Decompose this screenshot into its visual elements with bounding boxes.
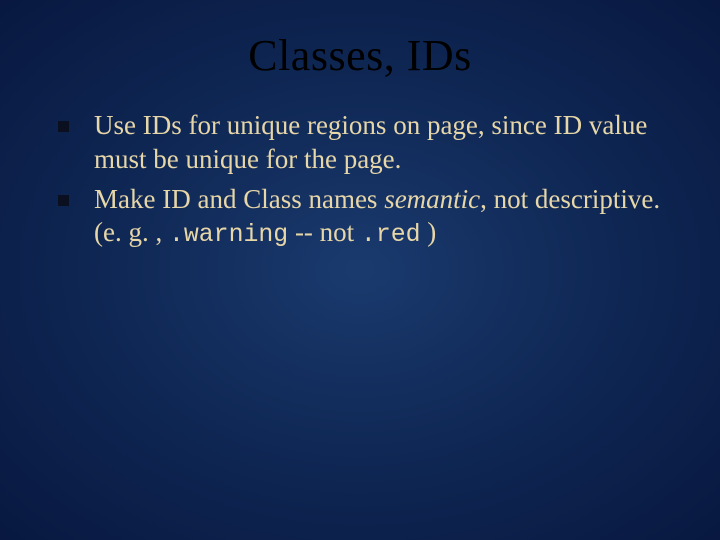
bullet-text-pre: Make ID and Class names	[94, 184, 384, 214]
bullet-text-emphasis: semantic	[384, 184, 480, 214]
bullet-text-post: )	[421, 217, 437, 247]
slide: Classes, IDs Use IDs for unique regions …	[0, 0, 720, 540]
code-example-good: .warning	[169, 221, 288, 249]
list-item: Use IDs for unique regions on page, sinc…	[58, 109, 680, 177]
bullet-text-sep: -- not	[288, 217, 361, 247]
bullet-list: Use IDs for unique regions on page, sinc…	[40, 109, 680, 251]
bullet-text: Use IDs for unique regions on page, sinc…	[94, 110, 647, 174]
code-example-bad: .red	[361, 221, 421, 249]
slide-title: Classes, IDs	[40, 30, 680, 81]
list-item: Make ID and Class names semantic, not de…	[58, 183, 680, 252]
